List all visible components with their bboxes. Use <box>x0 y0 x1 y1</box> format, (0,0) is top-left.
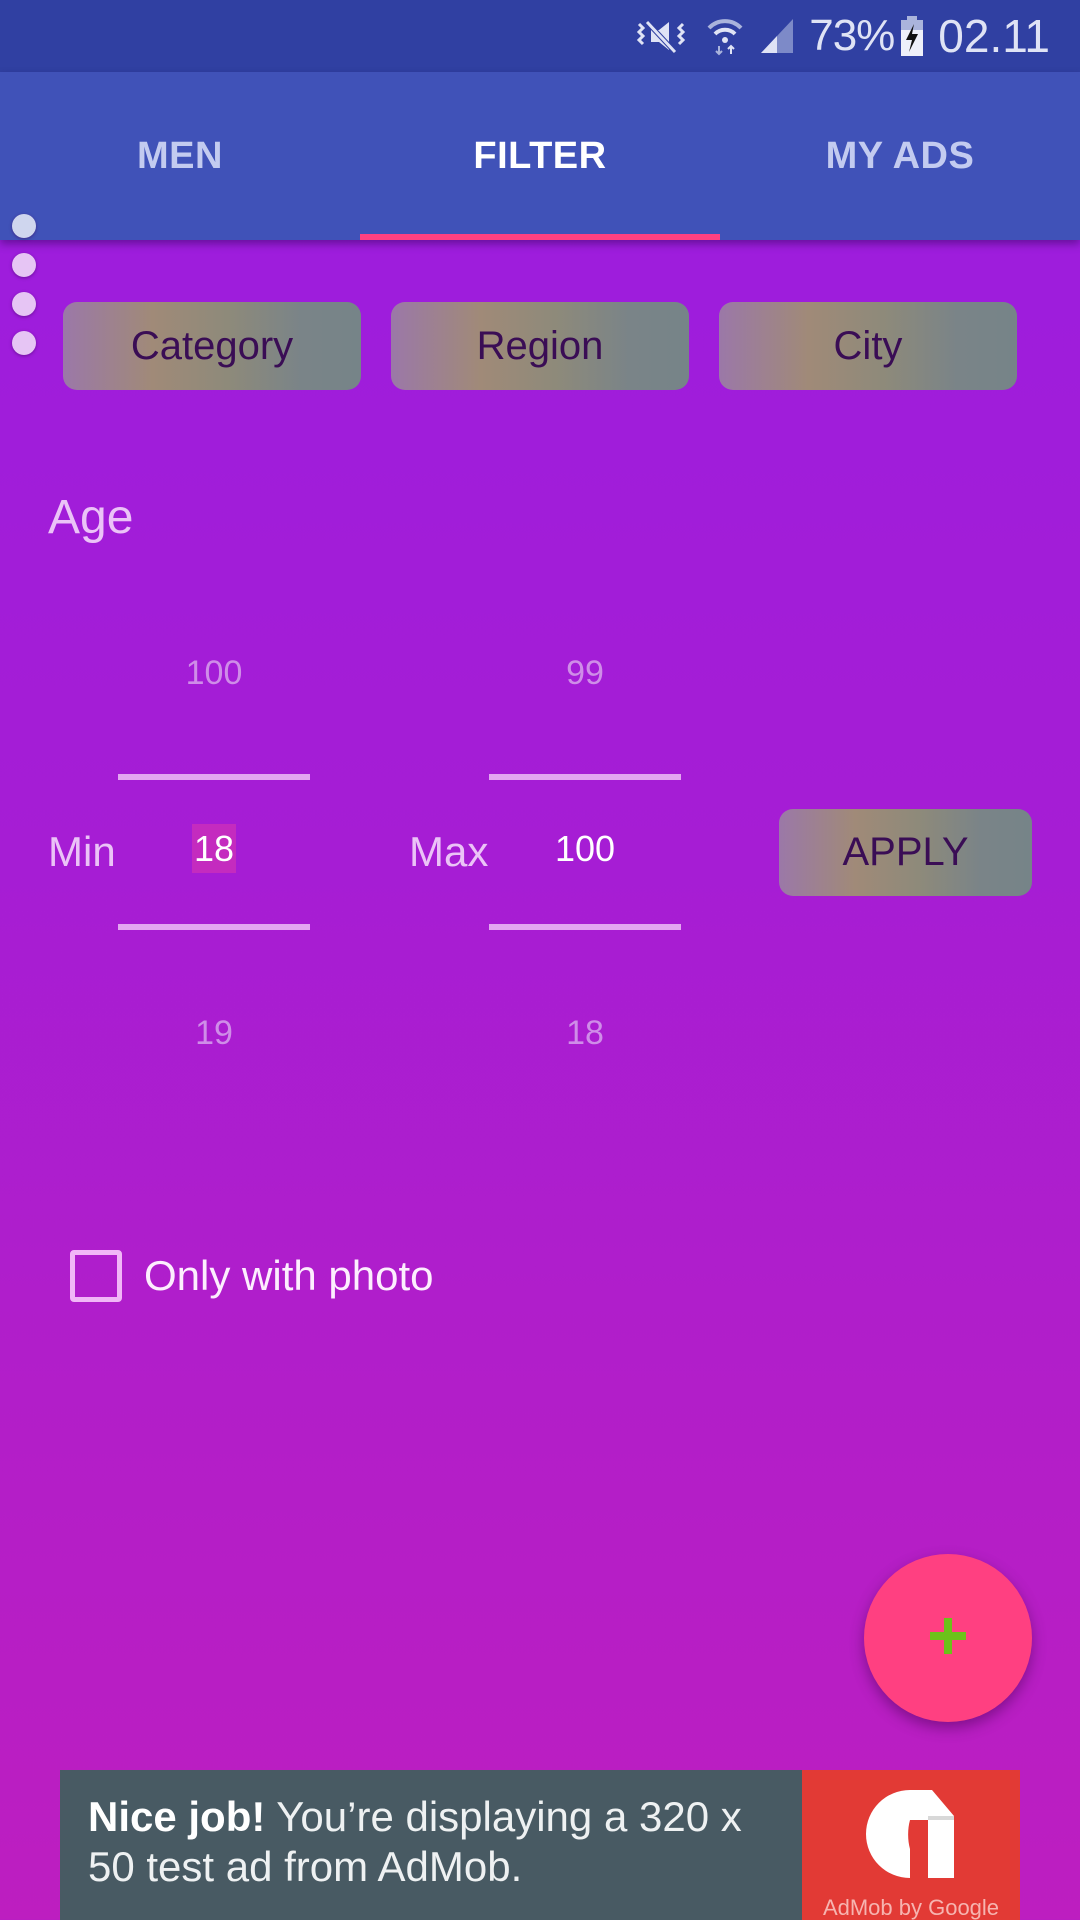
category-button[interactable]: Category <box>63 302 361 390</box>
apply-button[interactable]: APPLY <box>779 809 1032 896</box>
status-bar: 73% 02.11 <box>0 0 1080 72</box>
tab-men-label: MEN <box>137 134 223 177</box>
max-label: Max <box>409 828 489 875</box>
admob-brand: AdMob by Google <box>822 1895 1000 1920</box>
min-picker-value[interactable]: 18 <box>191 824 237 873</box>
battery-percent: 73% <box>809 11 895 60</box>
page-dot[interactable] <box>12 331 36 355</box>
tab-filter-label: FILTER <box>473 134 607 177</box>
only-with-photo-row[interactable]: Only with photo <box>70 1250 434 1302</box>
max-picker-prev[interactable]: 99 <box>489 654 681 693</box>
page-indicator <box>12 214 38 370</box>
plus-icon <box>928 1616 968 1661</box>
ad-text: Nice job! You’re displaying a 320 x 50 t… <box>60 1770 802 1920</box>
only-with-photo-label: Only with photo <box>144 1252 434 1299</box>
min-picker-divider-bottom <box>118 924 310 930</box>
vibrate-mute-icon <box>635 16 691 56</box>
age-label: Age <box>48 491 134 544</box>
tab-men[interactable]: MEN <box>0 72 360 240</box>
max-picker-value[interactable]: 100 <box>555 828 615 869</box>
signal-icon <box>759 17 795 55</box>
min-label: Min <box>48 828 116 875</box>
ad-banner[interactable]: Nice job! You’re displaying a 320 x 50 t… <box>60 1770 1020 1920</box>
admob-logo: AdMob by Google <box>802 1770 1020 1920</box>
min-picker-next[interactable]: 19 <box>118 1014 310 1053</box>
max-picker-divider-bottom <box>489 924 681 930</box>
region-button[interactable]: Region <box>391 302 689 390</box>
clock: 02.11 <box>938 10 1050 62</box>
max-picker-divider-top <box>489 774 681 780</box>
only-with-photo-checkbox[interactable] <box>70 1250 122 1302</box>
page-dot[interactable] <box>12 214 36 238</box>
tab-my-ads[interactable]: MY ADS <box>720 72 1080 240</box>
wifi-icon <box>707 16 743 56</box>
max-picker-input[interactable]: 100 <box>489 828 681 870</box>
city-button[interactable]: City <box>719 302 1017 390</box>
tab-my-ads-label: MY ADS <box>825 134 975 177</box>
app-bar: MEN FILTER MY ADS <box>0 72 1080 240</box>
min-picker-prev[interactable]: 100 <box>118 654 310 693</box>
admob-icon <box>866 1790 956 1883</box>
battery-charging-icon <box>900 16 924 56</box>
tab-bar: MEN FILTER MY ADS <box>0 72 1080 240</box>
min-picker-divider-top <box>118 774 310 780</box>
add-ad-button[interactable] <box>864 1554 1032 1722</box>
max-picker-next[interactable]: 18 <box>489 1014 681 1053</box>
ad-headline: Nice job! <box>88 1793 266 1840</box>
page-dot[interactable] <box>12 253 36 277</box>
tab-filter[interactable]: FILTER <box>360 72 720 240</box>
page-dot[interactable] <box>12 292 36 316</box>
min-picker-input[interactable]: 18 <box>118 824 310 873</box>
